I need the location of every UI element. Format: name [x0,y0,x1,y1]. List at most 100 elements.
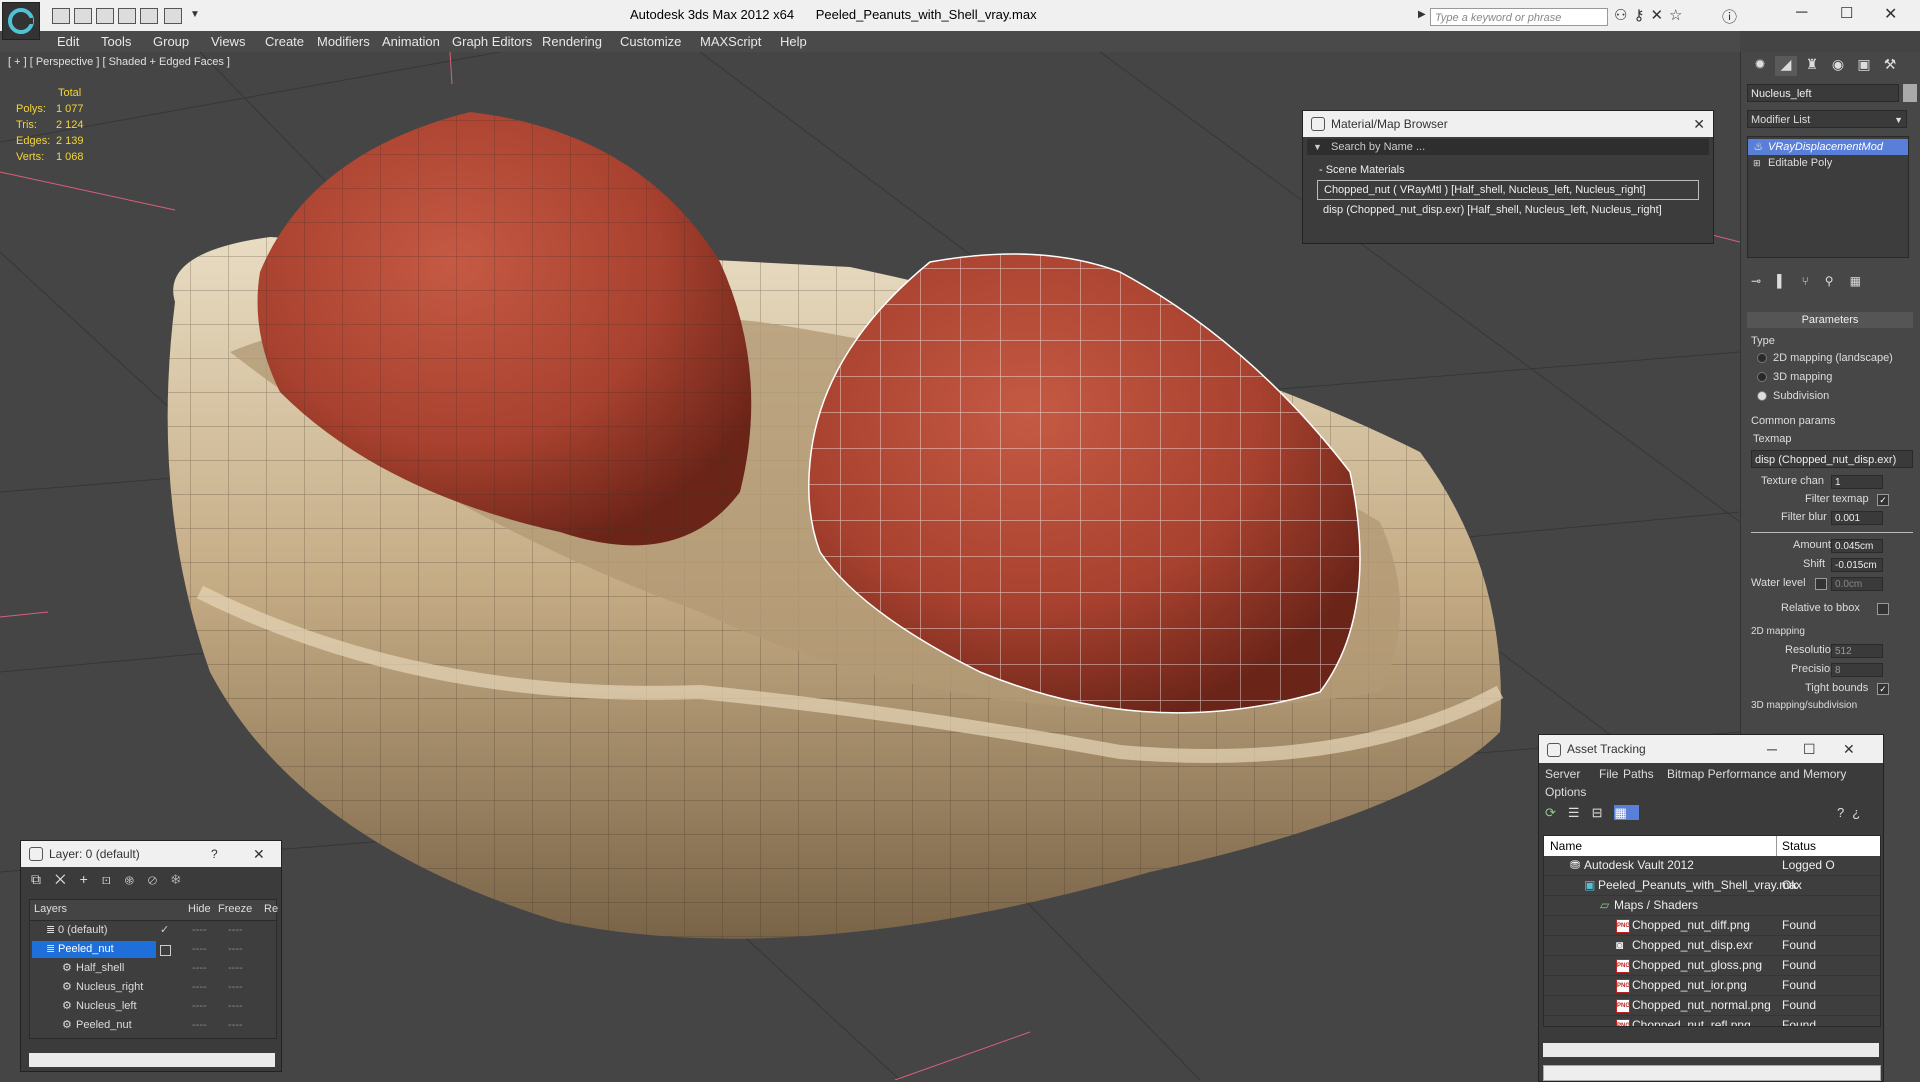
layer-row[interactable]: ⚙ Peeled_nut ---- ---- [30,1016,276,1035]
asset-row[interactable]: ⛃ Autodesk Vault 2012 Logged O [1544,856,1880,876]
shift-spinner[interactable]: -0.015cm [1831,558,1883,572]
exchange-icon[interactable]: ✕ [1650,7,1669,24]
redo-icon[interactable] [140,8,158,24]
col-freeze[interactable]: Freeze [218,903,252,915]
hide-all-icon[interactable]: ⊘ [148,871,171,887]
water-level-spinner[interactable]: 0.0cm [1831,577,1883,591]
context-help-icon[interactable]: ¿ [1852,805,1868,820]
remove-modifier-icon[interactable]: ⚲ [1825,274,1850,288]
layer-help-button[interactable]: ? [211,841,218,867]
object-color-swatch[interactable] [1903,84,1917,102]
resolution-spinner[interactable]: 512 [1831,644,1883,658]
open-file-icon[interactable] [74,8,92,24]
asset-menu-server[interactable]: Server [1545,767,1580,781]
material-item[interactable]: disp (Chopped_nut_disp.exr) [Half_shell,… [1317,201,1699,219]
object-name-field[interactable]: Nucleus_left [1747,84,1899,102]
scene-materials-section[interactable]: - Scene Materials [1303,161,1713,179]
texmap-button[interactable]: disp (Chopped_nut_disp.exr) [1751,450,1913,468]
asset-menu-bitmap-performance[interactable]: Bitmap Performance and Memory [1667,767,1846,781]
asset-row[interactable]: PNG Chopped_nut_normal.png Found [1544,996,1880,1016]
help-icon[interactable]: ⓘ [1722,6,1737,27]
add-to-layer-icon[interactable]: + [80,871,102,887]
asset-horizontal-scrollbar[interactable] [1543,1043,1879,1057]
radio-subdivision[interactable]: Subdivision [1757,390,1829,402]
asset-close-button[interactable]: ✕ [1843,735,1855,763]
tree-view-icon[interactable]: ⊟ [1592,805,1615,820]
asset-path-field[interactable] [1543,1065,1881,1081]
layer-close-button[interactable]: ✕ [253,841,265,867]
asset-row[interactable]: PNG Chopped_nut_refl.png Found [1544,1016,1880,1026]
asset-row[interactable]: PNG Chopped_nut_gloss.png Found [1544,956,1880,976]
minimize-button[interactable]: ─ [1796,4,1807,22]
pin-stack-icon[interactable]: ⊸ [1751,274,1777,288]
asset-row[interactable]: ▣ Peeled_Peanuts_with_Shell_vray.max Ok [1544,876,1880,896]
key-icon[interactable]: ⚷ [1633,7,1650,24]
precision-spinner[interactable]: 8 [1831,663,1883,677]
asset-menu-options[interactable]: Options [1545,785,1586,799]
hierarchy-tab-icon[interactable]: ♜ [1801,56,1823,76]
show-end-result-icon[interactable]: ▌ [1777,274,1802,288]
col-layers[interactable]: Layers [34,903,67,915]
save-file-icon[interactable] [96,8,114,24]
new-file-icon[interactable] [52,8,70,24]
filter-texmap-checkbox[interactable]: ✓ [1877,494,1889,506]
relative-bbox-checkbox[interactable] [1877,603,1889,615]
create-tab-icon[interactable]: ✹ [1749,56,1771,76]
expand-icon[interactable]: ⊞ [1753,155,1761,171]
col-divider[interactable] [1776,836,1777,856]
select-objects-icon[interactable]: ⊡ [102,871,125,887]
create-layer-icon[interactable]: ⧉ [31,871,55,887]
asset-row[interactable]: PNG Chopped_nut_ior.png Found [1544,976,1880,996]
freeze-all-icon[interactable]: ❄ [171,871,195,887]
quick-access-dropdown-icon[interactable]: ▼ [190,9,200,20]
utilities-tab-icon[interactable]: ⚒ [1879,56,1901,76]
table-view-icon[interactable]: ▦ [1614,805,1639,820]
material-item[interactable]: Chopped_nut ( VRayMtl ) [Half_shell, Nuc… [1317,180,1699,200]
menu-maxscript[interactable]: MAXScript [700,34,761,49]
list-view-icon[interactable]: ☰ [1568,805,1592,820]
app-logo-button[interactable] [2,2,40,40]
layer-row[interactable]: ⚙ Nucleus_right ---- ---- [30,978,276,997]
col-hide[interactable]: Hide [188,903,211,915]
layer-row[interactable]: ⚙ Half_shell ---- ---- [30,959,276,978]
display-tab-icon[interactable]: ▣ [1853,56,1875,76]
configure-sets-icon[interactable]: ▦ [1850,274,1877,288]
set-active-layer-box[interactable] [160,945,171,956]
col-status[interactable]: Status [1782,836,1816,856]
tight-bounds-checkbox[interactable]: ✓ [1877,683,1889,695]
asset-menu-paths[interactable]: Paths [1623,767,1654,781]
layer-row[interactable]: ≣ 0 (default) ✓ ---- ---- [30,921,276,940]
parameters-rollout[interactable]: Parameters [1747,312,1913,328]
binoculars-icon[interactable]: ⚇ [1614,7,1633,24]
menu-help[interactable]: Help [780,34,807,49]
texture-chan-spinner[interactable]: 1 [1831,475,1883,489]
menu-edit[interactable]: Edit [57,34,79,49]
menu-customize[interactable]: Customize [620,34,681,49]
mmb-search-input[interactable]: ▼ Search by Name ... [1307,139,1709,155]
active-layer-check-icon[interactable]: ✓ [160,921,169,940]
menu-rendering[interactable]: Rendering [542,34,602,49]
radio-3d-mapping[interactable]: 3D mapping [1757,371,1832,383]
filter-blur-spinner[interactable]: 0.001 [1831,511,1883,525]
col-render[interactable]: Re [264,903,278,915]
viewport-label[interactable]: [ + ] [ Perspective ] [ Shaded + Edged F… [8,56,230,68]
water-level-checkbox[interactable] [1815,578,1827,590]
refresh-icon[interactable]: ⟳ [1545,805,1568,820]
favorites-star-icon[interactable]: ☆ [1669,7,1688,24]
asset-menu-file[interactable]: File [1599,767,1618,781]
asset-row[interactable]: ▱ Maps / Shaders [1544,896,1880,916]
undo-icon[interactable] [118,8,136,24]
layer-horizontal-scrollbar[interactable] [29,1053,275,1067]
layer-row[interactable]: ⚙ Nucleus_left ---- ---- [30,997,276,1016]
make-unique-icon[interactable]: ⑂ [1802,274,1825,288]
project-folder-icon[interactable] [164,8,182,24]
col-name[interactable]: Name [1550,836,1582,856]
delete-layer-icon[interactable]: ✕ [55,871,80,887]
help-icon[interactable]: ? [1837,805,1852,820]
radio-2d-mapping[interactable]: 2D mapping (landscape) [1757,352,1893,364]
menu-graph-editors[interactable]: Graph Editors [452,34,532,49]
menu-tools[interactable]: Tools [101,34,131,49]
menu-create[interactable]: Create [265,34,304,49]
modify-tab-icon[interactable]: ◢ [1775,56,1797,76]
menu-modifiers[interactable]: Modifiers [317,34,370,49]
